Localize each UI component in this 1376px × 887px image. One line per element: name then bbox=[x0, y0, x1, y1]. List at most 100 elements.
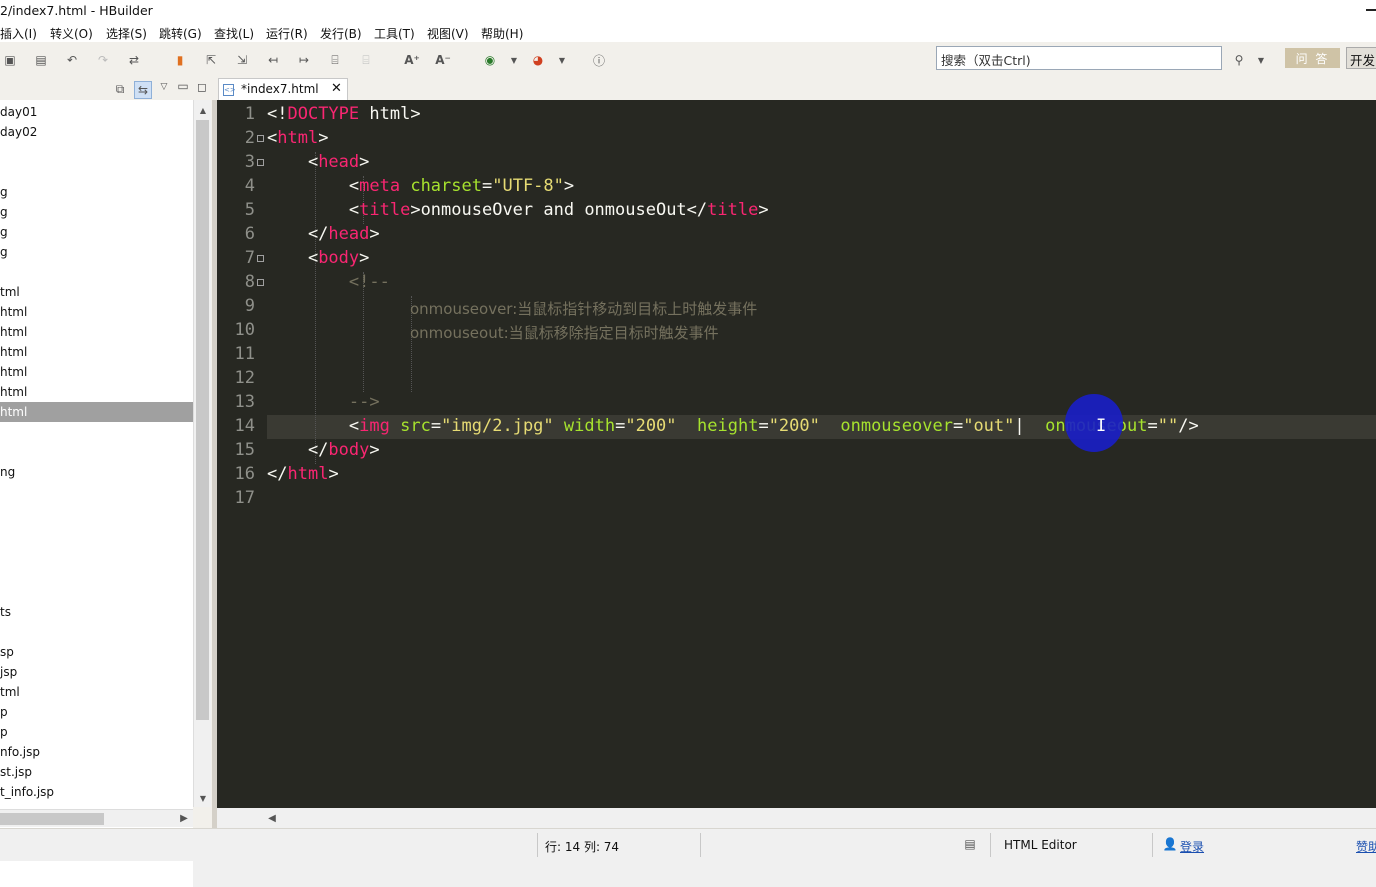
code-line: <!-- bbox=[348, 272, 390, 292]
list-item[interactable]: html bbox=[0, 382, 193, 402]
link-editor-icon[interactable]: ⇆ bbox=[134, 81, 152, 99]
chevron-down-icon[interactable]: ▼ bbox=[195, 790, 211, 806]
close-icon[interactable]: ✕ bbox=[331, 81, 342, 96]
list-item[interactable]: g bbox=[0, 242, 193, 262]
list-item[interactable]: p bbox=[0, 722, 193, 742]
list-item-selected[interactable]: html bbox=[0, 402, 193, 422]
list-item[interactable]: jsp bbox=[0, 662, 193, 682]
line-number: 1 bbox=[244, 104, 255, 124]
tree-horizontal-scrollbar[interactable]: ▶ bbox=[0, 809, 193, 827]
project-panel: ⧉ ⇆ ▽ ▭ ◻ day01 day02 g g g g tml html h… bbox=[0, 78, 212, 887]
dev-button[interactable]: 开发 bbox=[1346, 47, 1376, 69]
list-item[interactable]: day02 bbox=[0, 122, 193, 142]
list-item[interactable]: g bbox=[0, 202, 193, 222]
fold-icon[interactable] bbox=[257, 159, 264, 166]
font-decrease-icon[interactable]: A⁻ bbox=[435, 52, 451, 68]
notification-icon[interactable]: ▤ bbox=[962, 836, 978, 852]
comment-line: onmouseout:当鼠标移除指定目标时触发事件 bbox=[410, 324, 719, 342]
chevron-left-icon[interactable]: ◀ bbox=[264, 810, 280, 826]
font-increase-icon[interactable]: A⁺ bbox=[404, 52, 420, 68]
tab-index7[interactable]: <> *index7.html ✕ bbox=[218, 78, 348, 100]
chevron-right-icon[interactable]: ▶ bbox=[176, 810, 192, 826]
code-line: </body> bbox=[267, 440, 380, 460]
comment-icon[interactable]: ⌸ bbox=[327, 52, 343, 68]
editor-horizontal-scrollbar[interactable]: ◀ bbox=[262, 808, 1376, 828]
menu-tools[interactable]: 工具(T) bbox=[374, 25, 415, 42]
login-link[interactable]: 登录 bbox=[1180, 838, 1204, 855]
html-file-icon: <> bbox=[223, 84, 236, 96]
menu-run[interactable]: 运行(R) bbox=[266, 25, 308, 42]
collapse-icon[interactable]: ⧉ bbox=[112, 81, 128, 97]
prev-icon[interactable]: ↤ bbox=[265, 52, 281, 68]
search-input[interactable]: 搜索（双击Ctrl) bbox=[936, 46, 1222, 70]
code-line: <title>onmouseOver and onmouseOut</title… bbox=[267, 200, 769, 220]
line-number: 8 bbox=[244, 272, 255, 292]
undo-icon[interactable]: ↶ bbox=[64, 52, 80, 68]
code-editor[interactable]: 1 2 3 4 5 6 7 8 9 10 11 12 13 14 15 16 1… bbox=[217, 100, 1376, 808]
panel-header: ⧉ ⇆ ▽ ▭ ◻ bbox=[0, 78, 212, 100]
export-icon[interactable]: ⇱ bbox=[203, 52, 219, 68]
minimize-panel-icon[interactable]: ▭ bbox=[175, 78, 191, 94]
list-item[interactable]: p bbox=[0, 702, 193, 722]
run-icon[interactable]: ◉ bbox=[482, 52, 498, 68]
list-item[interactable]: g bbox=[0, 222, 193, 242]
list-item[interactable]: day01 bbox=[0, 102, 193, 122]
qa-button[interactable]: 问 答 bbox=[1285, 48, 1340, 68]
disabled-icon[interactable]: ⌸ bbox=[358, 52, 374, 68]
redo-icon[interactable]: ↷ bbox=[95, 52, 111, 68]
list-item[interactable]: ng bbox=[0, 462, 193, 482]
chevron-down-icon[interactable]: ▼ bbox=[1253, 52, 1269, 68]
fold-icon[interactable] bbox=[257, 255, 264, 262]
code-line: <head> bbox=[267, 152, 370, 172]
menu-find[interactable]: 查找(L) bbox=[214, 25, 254, 42]
menu-view[interactable]: 视图(V) bbox=[427, 25, 469, 42]
list-item[interactable]: g bbox=[0, 182, 193, 202]
info-icon[interactable]: ⓘ bbox=[591, 52, 607, 68]
menu-insert[interactable]: 插入(I) bbox=[0, 25, 37, 42]
import-icon[interactable]: ⇲ bbox=[234, 52, 250, 68]
list-item[interactable]: html bbox=[0, 302, 193, 322]
code-line: <body> bbox=[267, 248, 370, 268]
save-all-icon[interactable]: ▤ bbox=[33, 52, 49, 68]
next-icon[interactable]: ↦ bbox=[296, 52, 312, 68]
list-item[interactable]: html bbox=[0, 362, 193, 382]
browser-icon[interactable]: ◕ bbox=[530, 52, 546, 68]
line-number: 16 bbox=[234, 464, 255, 484]
menu-goto[interactable]: 跳转(G) bbox=[159, 25, 202, 42]
list-item[interactable]: t_info.jsp bbox=[0, 782, 193, 802]
menu-help[interactable]: 帮助(H) bbox=[481, 25, 523, 42]
tree-vertical-scrollbar[interactable]: ▲ ▼ bbox=[193, 100, 211, 807]
list-item[interactable]: tml bbox=[0, 282, 193, 302]
menu-select[interactable]: 选择(S) bbox=[106, 25, 147, 42]
line-number: 4 bbox=[244, 176, 255, 196]
menu-escape[interactable]: 转义(O) bbox=[50, 25, 93, 42]
project-tree: day01 day02 g g g g tml html html html h… bbox=[0, 100, 193, 887]
sponsor-link[interactable]: 赞助 bbox=[1356, 838, 1376, 855]
bookmark-icon[interactable]: ▮ bbox=[172, 52, 188, 68]
menu-bar: 插入(I) 转义(O) 选择(S) 跳转(G) 查找(L) 运行(R) 发行(B… bbox=[0, 22, 1376, 42]
line-number: 10 bbox=[234, 320, 255, 340]
format-icon[interactable]: ⇄ bbox=[126, 52, 142, 68]
title-bar: 2/index7.html - HBuilder bbox=[0, 0, 1376, 22]
fold-icon[interactable] bbox=[257, 279, 264, 286]
list-item[interactable]: ts bbox=[0, 602, 193, 622]
save-icon[interactable]: ▣ bbox=[2, 52, 18, 68]
chevron-down-icon[interactable]: ▼ bbox=[554, 52, 570, 68]
scrollbar-thumb[interactable] bbox=[0, 813, 104, 825]
chevron-down-icon[interactable]: ▽ bbox=[156, 79, 172, 95]
menu-publish[interactable]: 发行(B) bbox=[320, 25, 362, 42]
scrollbar-thumb[interactable] bbox=[196, 120, 209, 720]
list-item[interactable]: html bbox=[0, 322, 193, 342]
line-number: 5 bbox=[244, 200, 255, 220]
list-item[interactable]: nfo.jsp bbox=[0, 742, 193, 762]
maximize-panel-icon[interactable]: ◻ bbox=[194, 79, 210, 95]
chevron-up-icon[interactable]: ▲ bbox=[195, 102, 211, 118]
search-icon[interactable]: ⚲ bbox=[1231, 52, 1247, 68]
list-item[interactable]: tml bbox=[0, 682, 193, 702]
fold-icon[interactable] bbox=[257, 135, 264, 142]
list-item[interactable]: sp bbox=[0, 642, 193, 662]
list-item[interactable]: st.jsp bbox=[0, 762, 193, 782]
minimize-icon[interactable] bbox=[1366, 9, 1376, 11]
chevron-down-icon[interactable]: ▼ bbox=[506, 52, 522, 68]
list-item[interactable]: html bbox=[0, 342, 193, 362]
